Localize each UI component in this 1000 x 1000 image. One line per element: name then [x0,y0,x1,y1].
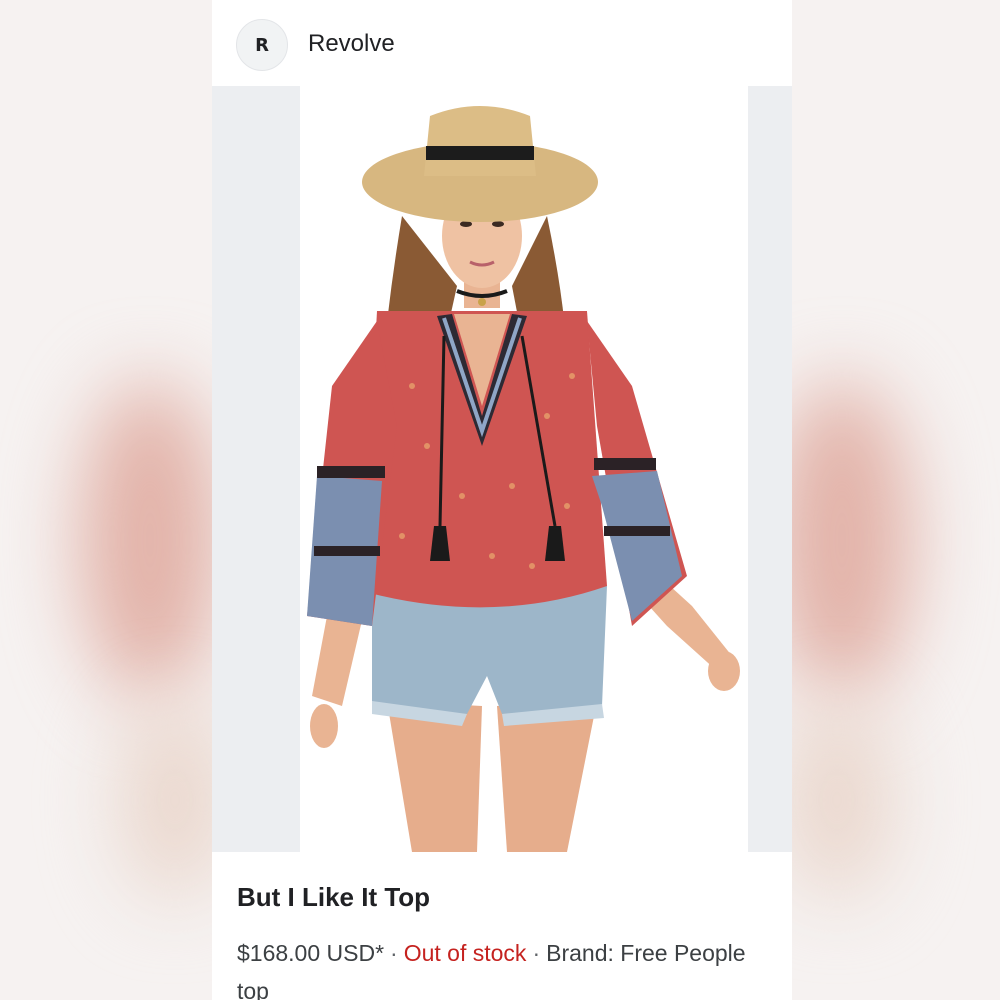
product-photo [300,86,748,852]
site-name[interactable]: Revolve [308,30,395,58]
source-header[interactable]: R Revolve [212,0,792,86]
availability-status: Out of stock [403,940,527,966]
product-brand: Brand: Free People [546,940,746,966]
meta-separator: · [532,940,541,966]
product-category: top [237,978,269,1000]
product-meta: $168.00 USD* · Out of stock · Brand: Free Pe… [237,934,792,1000]
blurred-backdrop-left [0,0,212,1000]
product-title[interactable]: But I Like It Top [237,882,430,913]
screen: R Revolve But I Like It Top $168.00 USD*… [0,0,1000,1000]
product-image[interactable] [212,86,792,852]
product-card[interactable]: R Revolve But I Like It Top $168.00 USD*… [212,0,792,1000]
site-logo-avatar: R [236,19,288,71]
site-logo-letter: R [255,34,269,56]
meta-separator: · [390,940,398,966]
blurred-backdrop-right [792,0,1000,1000]
product-price: $168.00 USD* [237,940,385,966]
